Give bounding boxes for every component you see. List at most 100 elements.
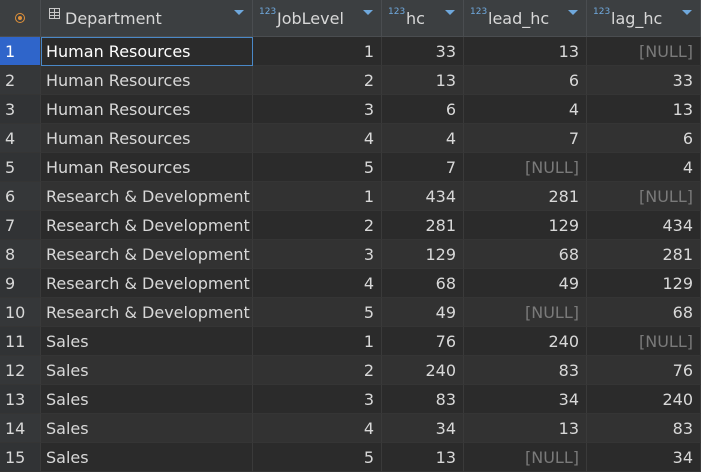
table-row[interactable]: 2 Human Resources 2 13 6 33 bbox=[0, 66, 701, 95]
table-row[interactable]: 3 Human Resources 3 6 4 13 bbox=[0, 95, 701, 124]
cell-joblevel[interactable]: 5 bbox=[253, 153, 382, 182]
table-row[interactable]: 5 Human Resources 5 7 [NULL] 4 bbox=[0, 153, 701, 182]
cell-joblevel[interactable]: 1 bbox=[253, 37, 382, 66]
cell-lag-hc[interactable]: 240 bbox=[587, 385, 701, 414]
cell-lag-hc[interactable]: [NULL] bbox=[587, 327, 701, 356]
cell-department[interactable]: Human Resources bbox=[41, 153, 253, 182]
cell-lead-hc[interactable]: 13 bbox=[464, 37, 587, 66]
cell-lag-hc[interactable]: 76 bbox=[587, 356, 701, 385]
cell-lag-hc[interactable]: 13 bbox=[587, 95, 701, 124]
cell-lead-hc[interactable]: 240 bbox=[464, 327, 587, 356]
table-row[interactable]: 11 Sales 1 76 240 [NULL] bbox=[0, 327, 701, 356]
table-row[interactable]: 10 Research & Development 5 49 [NULL] 68 bbox=[0, 298, 701, 327]
cell-joblevel[interactable]: 5 bbox=[253, 298, 382, 327]
cell-joblevel[interactable]: 1 bbox=[253, 182, 382, 211]
cell-department[interactable]: Research & Development bbox=[41, 182, 253, 211]
cell-lead-hc[interactable]: [NULL] bbox=[464, 298, 587, 327]
cell-department[interactable]: Research & Development bbox=[41, 240, 253, 269]
column-header-department[interactable]: Department bbox=[41, 0, 253, 37]
table-row[interactable]: 7 Research & Development 2 281 129 434 bbox=[0, 211, 701, 240]
cell-department[interactable]: Research & Development bbox=[41, 211, 253, 240]
cell-department[interactable]: Human Resources bbox=[41, 124, 253, 153]
cell-hc[interactable]: 434 bbox=[382, 182, 464, 211]
row-number[interactable]: 10 bbox=[0, 298, 41, 327]
row-number[interactable]: 9 bbox=[0, 269, 41, 298]
table-row[interactable]: 15 Sales 5 13 [NULL] 34 bbox=[0, 443, 701, 472]
cell-hc[interactable]: 281 bbox=[382, 211, 464, 240]
cell-hc[interactable]: 13 bbox=[382, 443, 464, 472]
table-row[interactable]: 6 Research & Development 1 434 281 [NULL] bbox=[0, 182, 701, 211]
row-number[interactable]: 1 bbox=[0, 37, 41, 66]
cell-lead-hc[interactable]: 68 bbox=[464, 240, 587, 269]
row-number[interactable]: 5 bbox=[0, 153, 41, 182]
cell-department[interactable]: Sales bbox=[41, 414, 253, 443]
cell-lead-hc[interactable]: 129 bbox=[464, 211, 587, 240]
row-number[interactable]: 14 bbox=[0, 414, 41, 443]
cell-hc[interactable]: 33 bbox=[382, 37, 464, 66]
cell-hc[interactable]: 83 bbox=[382, 385, 464, 414]
cell-lead-hc[interactable]: [NULL] bbox=[464, 443, 587, 472]
cell-lag-hc[interactable]: 34 bbox=[587, 443, 701, 472]
column-header-lag-hc[interactable]: 123 lag_hc bbox=[587, 0, 701, 37]
row-number[interactable]: 13 bbox=[0, 385, 41, 414]
cell-joblevel[interactable]: 3 bbox=[253, 385, 382, 414]
cell-department[interactable]: Sales bbox=[41, 385, 253, 414]
cell-joblevel[interactable]: 3 bbox=[253, 95, 382, 124]
cell-lead-hc[interactable]: 34 bbox=[464, 385, 587, 414]
cell-lead-hc[interactable]: 7 bbox=[464, 124, 587, 153]
table-row[interactable]: 14 Sales 4 34 13 83 bbox=[0, 414, 701, 443]
cell-joblevel[interactable]: 2 bbox=[253, 356, 382, 385]
cell-lead-hc[interactable]: [NULL] bbox=[464, 153, 587, 182]
table-row[interactable]: 1 Human Resources 1 33 13 [NULL] bbox=[0, 37, 701, 66]
sort-filter-icon[interactable] bbox=[363, 10, 373, 15]
cell-lag-hc[interactable]: 6 bbox=[587, 124, 701, 153]
sort-filter-icon[interactable] bbox=[568, 10, 578, 15]
column-header-joblevel[interactable]: 123 JobLevel bbox=[253, 0, 382, 37]
cell-hc[interactable]: 34 bbox=[382, 414, 464, 443]
sort-filter-icon[interactable] bbox=[234, 10, 244, 15]
cell-hc[interactable]: 129 bbox=[382, 240, 464, 269]
cell-lead-hc[interactable]: 6 bbox=[464, 66, 587, 95]
cell-department[interactable]: Research & Development bbox=[41, 298, 253, 327]
column-header-hc[interactable]: 123 hc bbox=[382, 0, 464, 37]
cell-hc[interactable]: 76 bbox=[382, 327, 464, 356]
sort-filter-icon[interactable] bbox=[445, 10, 455, 15]
row-number[interactable]: 4 bbox=[0, 124, 41, 153]
table-row[interactable]: 9 Research & Development 4 68 49 129 bbox=[0, 269, 701, 298]
cell-lead-hc[interactable]: 49 bbox=[464, 269, 587, 298]
cell-joblevel[interactable]: 4 bbox=[253, 124, 382, 153]
row-number[interactable]: 15 bbox=[0, 443, 41, 472]
cell-joblevel[interactable]: 5 bbox=[253, 443, 382, 472]
table-row[interactable]: 12 Sales 2 240 83 76 bbox=[0, 356, 701, 385]
select-all-corner[interactable] bbox=[0, 0, 41, 37]
cell-department[interactable]: Sales bbox=[41, 356, 253, 385]
cell-joblevel[interactable]: 4 bbox=[253, 414, 382, 443]
cell-department[interactable]: Sales bbox=[41, 443, 253, 472]
sort-filter-icon[interactable] bbox=[682, 10, 692, 15]
row-number[interactable]: 2 bbox=[0, 66, 41, 95]
cell-lag-hc[interactable]: 83 bbox=[587, 414, 701, 443]
cell-hc[interactable]: 6 bbox=[382, 95, 464, 124]
cell-lag-hc[interactable]: 68 bbox=[587, 298, 701, 327]
row-number[interactable]: 8 bbox=[0, 240, 41, 269]
cell-hc[interactable]: 68 bbox=[382, 269, 464, 298]
row-number[interactable]: 11 bbox=[0, 327, 41, 356]
column-header-lead-hc[interactable]: 123 lead_hc bbox=[464, 0, 587, 37]
row-number[interactable]: 3 bbox=[0, 95, 41, 124]
row-number[interactable]: 6 bbox=[0, 182, 41, 211]
cell-joblevel[interactable]: 2 bbox=[253, 211, 382, 240]
cell-department[interactable]: Human Resources bbox=[41, 37, 253, 66]
cell-department[interactable]: Human Resources bbox=[41, 66, 253, 95]
cell-department[interactable]: Human Resources bbox=[41, 95, 253, 124]
cell-lag-hc[interactable]: 33 bbox=[587, 66, 701, 95]
cell-hc[interactable]: 49 bbox=[382, 298, 464, 327]
table-row[interactable]: 8 Research & Development 3 129 68 281 bbox=[0, 240, 701, 269]
cell-joblevel[interactable]: 4 bbox=[253, 269, 382, 298]
cell-lag-hc[interactable]: [NULL] bbox=[587, 37, 701, 66]
cell-lag-hc[interactable]: [NULL] bbox=[587, 182, 701, 211]
cell-lag-hc[interactable]: 129 bbox=[587, 269, 701, 298]
cell-lead-hc[interactable]: 4 bbox=[464, 95, 587, 124]
cell-lead-hc[interactable]: 13 bbox=[464, 414, 587, 443]
cell-department[interactable]: Sales bbox=[41, 327, 253, 356]
cell-joblevel[interactable]: 3 bbox=[253, 240, 382, 269]
